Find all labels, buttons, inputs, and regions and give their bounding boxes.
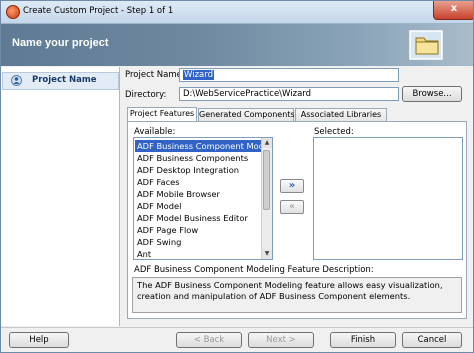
- selected-label: Selected:: [314, 127, 354, 137]
- project-name-value: Wizard: [183, 70, 214, 80]
- jdeveloper-app-icon: [6, 5, 20, 19]
- sidebar-item-project-name[interactable]: Project Name: [2, 72, 119, 90]
- directory-input[interactable]: D:\WebServicePractice\Wizard: [179, 87, 399, 101]
- help-button[interactable]: Help: [9, 332, 69, 348]
- list-item[interactable]: ADF Desktop Integration: [135, 164, 261, 176]
- back-button[interactable]: < Back: [176, 332, 242, 348]
- step-user-icon: [11, 75, 22, 86]
- list-item[interactable]: ADF Mobile Browser: [135, 188, 261, 200]
- list-item[interactable]: ADF Swing: [135, 236, 261, 248]
- next-button[interactable]: Next >: [248, 332, 314, 348]
- directory-label: Directory:: [125, 90, 167, 100]
- list-item[interactable]: ADF Page Flow: [135, 224, 261, 236]
- page-title: Name your project: [12, 37, 109, 49]
- available-features-list[interactable]: ADF Business Component Modeling ADF Busin…: [133, 137, 273, 260]
- feature-description-text: The ADF Business Component Modeling feat…: [132, 277, 462, 313]
- feature-description-label: ADF Business Component Modeling Feature …: [134, 265, 374, 275]
- wizard-header: Name your project: [1, 24, 473, 66]
- list-item[interactable]: ADF Business Component Modeling: [135, 140, 272, 152]
- scroll-down-icon[interactable]: ▼: [262, 249, 272, 259]
- footer-divider: [1, 327, 473, 328]
- remove-feature-button[interactable]: «: [280, 200, 304, 214]
- available-label: Available:: [134, 127, 176, 137]
- list-item[interactable]: ADF Model: [135, 200, 261, 212]
- tab-generated-components[interactable]: Generated Components: [198, 108, 295, 122]
- window-title: Create Custom Project - Step 1 of 1: [23, 6, 174, 16]
- close-button[interactable]: x: [433, 1, 473, 20]
- project-name-input[interactable]: Wizard: [179, 68, 399, 82]
- available-list-scrollbar[interactable]: ▲ ▼: [261, 138, 272, 259]
- wizard-steps-sidebar: Project Name: [1, 67, 120, 326]
- scroll-up-icon[interactable]: ▲: [262, 138, 272, 148]
- cancel-button[interactable]: Cancel: [402, 332, 462, 348]
- title-bar: Create Custom Project - Step 1 of 1 x: [1, 1, 473, 24]
- list-item[interactable]: ADF Model Business Editor: [135, 212, 261, 224]
- project-name-label: Project Name:: [125, 70, 185, 80]
- tab-project-features[interactable]: Project Features: [127, 107, 197, 122]
- list-item[interactable]: Ant: [135, 248, 261, 259]
- add-feature-button[interactable]: »: [280, 179, 304, 193]
- finish-button[interactable]: Finish: [330, 332, 396, 348]
- scroll-thumb[interactable]: [263, 150, 270, 210]
- tab-associated-libraries[interactable]: Associated Libraries: [295, 108, 387, 122]
- list-item[interactable]: ADF Faces: [135, 176, 261, 188]
- selected-features-list[interactable]: [313, 137, 463, 260]
- folder-illustration-icon: [409, 30, 443, 60]
- browse-button[interactable]: Browse...: [402, 86, 462, 102]
- list-item[interactable]: ADF Business Components: [135, 152, 261, 164]
- sidebar-item-label: Project Name: [32, 75, 97, 85]
- dialog-window: Create Custom Project - Step 1 of 1 x Na…: [0, 0, 474, 353]
